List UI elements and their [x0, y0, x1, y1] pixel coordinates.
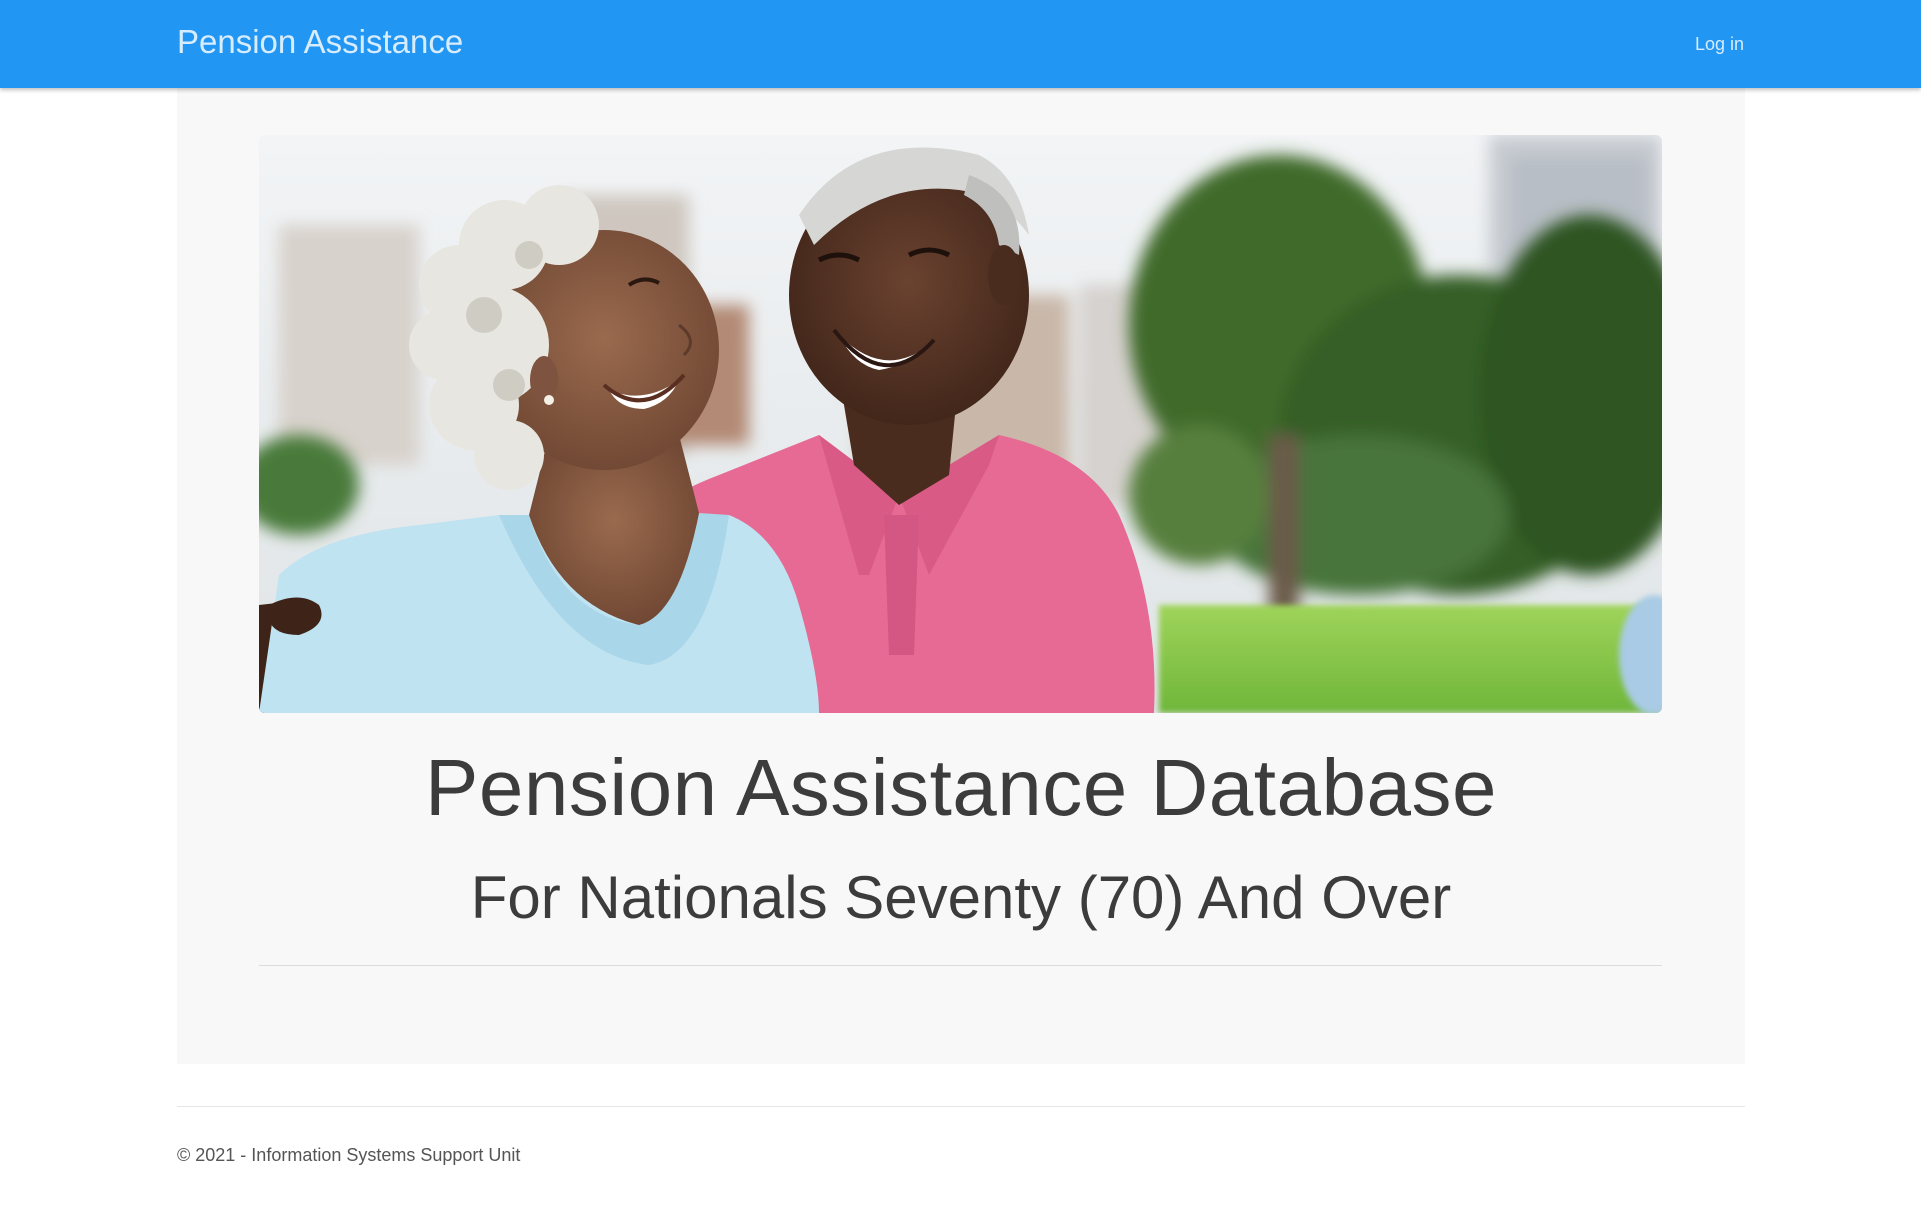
- page-title: Pension Assistance Database: [425, 743, 1497, 832]
- hero-image: [259, 135, 1662, 713]
- divider: [259, 965, 1662, 966]
- brand-link[interactable]: Pension Assistance: [177, 20, 463, 64]
- footer-divider: [177, 1106, 1745, 1107]
- page-subtitle: For Nationals Seventy (70) And Over: [470, 864, 1452, 931]
- footer-copyright: © 2021 - Information Systems Support Uni…: [177, 1145, 521, 1165]
- jumbotron: Pension Assistance Database For National…: [177, 88, 1745, 1064]
- login-link[interactable]: Log in: [1695, 30, 1744, 58]
- top-navbar: Pension Assistance Log in: [0, 0, 1921, 88]
